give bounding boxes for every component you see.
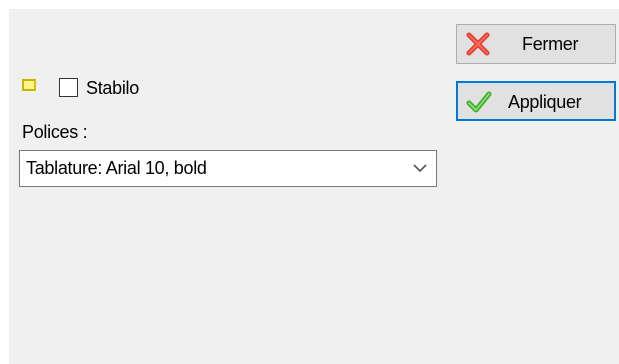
red-x-icon — [466, 32, 490, 56]
stabilo-checkbox-label[interactable]: Stabilo — [86, 77, 139, 99]
screen: { "buttons": { "close_label": "Fermer", … — [0, 0, 619, 364]
chevron-down-icon — [413, 164, 427, 173]
font-select[interactable]: Tablature: Arial 10, bold — [19, 150, 437, 187]
apply-button-label: Appliquer — [508, 92, 582, 112]
close-button[interactable]: Fermer — [456, 24, 616, 64]
apply-button[interactable]: Appliquer — [456, 81, 616, 121]
green-check-icon — [466, 91, 492, 113]
close-button-label: Fermer — [522, 34, 579, 54]
stabilo-checkbox[interactable] — [59, 78, 78, 97]
font-select-value: Tablature: Arial 10, bold — [26, 158, 207, 178]
highlight-color-swatch — [22, 79, 36, 91]
fonts-label: Polices : — [22, 122, 88, 142]
